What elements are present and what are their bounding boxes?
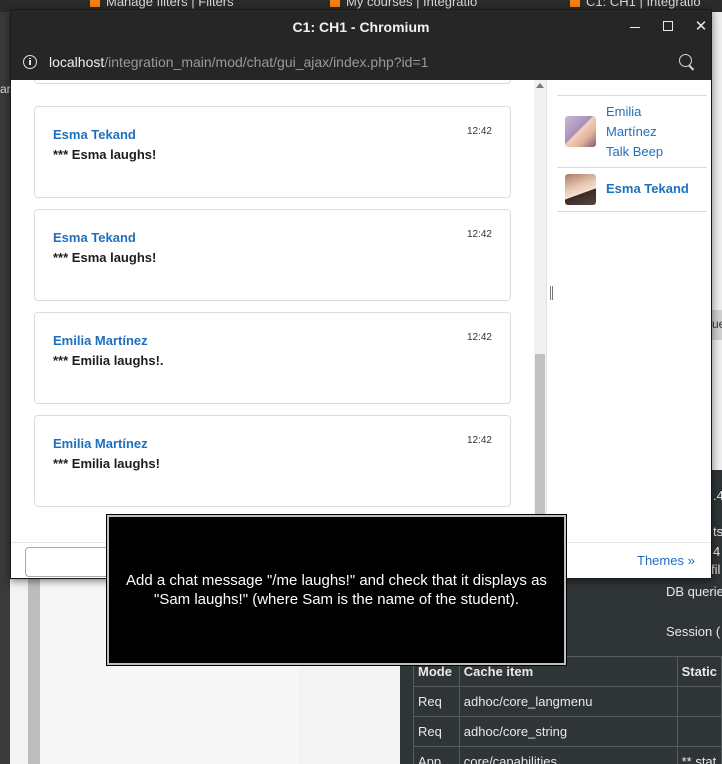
perfinfo-fragment: fil <box>711 562 721 577</box>
chat-message: Esma Tekand 12:42 *** Esma laughs! <box>34 209 511 301</box>
perfinfo-session: Session ( <box>666 624 721 639</box>
scrollbar-thumb[interactable] <box>535 354 545 516</box>
moodle-favicon-icon <box>570 0 580 7</box>
perfinfo-fragment: ts <box>713 524 722 539</box>
window-title: C1: CH1 - Chromium <box>292 19 430 35</box>
host-page-chip: ue <box>712 310 722 340</box>
panel-resize-handle[interactable] <box>550 286 553 300</box>
host-window-edge: ar <box>0 12 11 764</box>
close-button[interactable]: ✕ <box>689 16 711 38</box>
scroll-up-icon[interactable] <box>536 83 544 88</box>
message-author[interactable]: Emilia Martínez <box>53 436 148 451</box>
chat-messages-panel[interactable]: Esma Tekand 12:42 *** Esma laughs! Esma … <box>11 80 546 542</box>
message-text: *** Emilia laughs!. <box>53 353 164 368</box>
host-tab-label: Manage filters | Filters <box>106 0 234 9</box>
talk-beep-link[interactable]: Talk Beep <box>606 142 663 162</box>
perfinfo-cache-table: Mode Cache item Static Req adhoc/core_la… <box>413 656 722 764</box>
cell-mode: App <box>413 746 460 764</box>
test-instruction-overlay: Add a chat message "/me laughs!" and che… <box>107 515 566 665</box>
cell-mode: Req <box>413 686 460 717</box>
user-list-item[interactable]: Emilia Martínez Talk Beep <box>557 96 707 168</box>
user-list-item[interactable]: Esma Tekand <box>557 168 707 212</box>
moodle-favicon-icon <box>90 0 100 7</box>
table-row: Req adhoc/core_langmenu <box>413 686 722 717</box>
user-avatar-icon[interactable] <box>565 174 596 205</box>
maximize-button[interactable] <box>656 16 680 38</box>
perfinfo-db-queries: DB querie <box>666 584 722 599</box>
close-icon: ✕ <box>694 18 708 35</box>
message-time: 12:42 <box>466 229 492 240</box>
cell-static <box>676 686 722 717</box>
table-row: Req adhoc/core_string <box>413 716 722 747</box>
perfinfo-fragment: .4 <box>713 488 722 503</box>
themes-link[interactable]: Themes » <box>637 553 695 568</box>
host-page-fragment: ar <box>0 82 11 96</box>
site-info-icon[interactable] <box>23 55 37 69</box>
url-path: /integration_main/mod/chat/gui_ajax/inde… <box>104 54 429 70</box>
chat-message: Esma Tekand 12:42 *** Esma laughs! <box>34 106 511 198</box>
column-header-static: Static <box>676 656 722 687</box>
chat-message-partial <box>34 80 511 84</box>
user-avatar-icon[interactable] <box>565 116 596 147</box>
host-page-fragment: ue <box>712 317 722 331</box>
message-text: *** Esma laughs! <box>53 147 157 162</box>
message-text: *** Emilia laughs! <box>53 456 160 471</box>
message-time: 12:42 <box>466 435 492 446</box>
moodle-favicon-icon <box>330 0 340 7</box>
message-time: 12:42 <box>466 332 492 343</box>
minimize-icon <box>630 26 640 28</box>
host-page-right-edge <box>712 12 722 482</box>
perfinfo-fragment: 4 <box>713 544 721 559</box>
url-host: localhost <box>49 54 105 70</box>
host-tab-label: C1: CH1 | Integratio <box>586 0 701 9</box>
url-text[interactable]: localhost/integration_main/mod/chat/gui_… <box>49 54 428 70</box>
host-tab-label: My courses | Integratio <box>346 0 478 9</box>
host-page-bar <box>28 578 40 764</box>
table-row: App core/capabilities ** stat <box>413 746 722 764</box>
cell-static <box>676 716 722 747</box>
message-author[interactable]: Esma Tekand <box>53 230 136 245</box>
user-name-line: Martínez <box>606 124 657 139</box>
window-titlebar[interactable]: C1: CH1 - Chromium ✕ <box>11 10 711 44</box>
user-name[interactable]: Emilia Martínez <box>606 102 657 142</box>
cell-cache-item: adhoc/core_string <box>458 716 678 747</box>
instruction-text: Add a chat message "/me laughs!" and che… <box>126 572 547 608</box>
chat-message: Emilia Martínez 12:42 *** Emilia laughs!… <box>34 312 511 404</box>
cell-cache-item: core/capabilities <box>458 746 678 764</box>
user-name[interactable]: Esma Tekand <box>606 179 689 199</box>
message-time: 12:42 <box>466 126 492 137</box>
zoom-icon[interactable] <box>679 54 692 67</box>
cell-cache-item: adhoc/core_langmenu <box>458 686 678 717</box>
user-name-line: Emilia <box>606 104 642 119</box>
message-author[interactable]: Esma Tekand <box>53 127 136 142</box>
chat-popup-window: C1: CH1 - Chromium ✕ localhost/integrati… <box>10 9 712 579</box>
chat-page: Esma Tekand 12:42 *** Esma laughs! Esma … <box>11 80 711 578</box>
address-bar[interactable]: localhost/integration_main/mod/chat/gui_… <box>11 44 711 80</box>
chat-users-panel: Emilia Martínez Talk Beep Esma Tekand <box>546 80 711 542</box>
message-text: *** Esma laughs! <box>53 250 157 265</box>
chat-message: Emilia Martínez 12:42 *** Emilia laughs! <box>34 415 511 507</box>
messages-scrollbar[interactable] <box>534 80 546 516</box>
message-author[interactable]: Emilia Martínez <box>53 333 148 348</box>
maximize-icon <box>663 21 673 31</box>
minimize-button[interactable] <box>623 16 647 38</box>
cell-mode: Req <box>413 716 460 747</box>
cell-static: ** stat <box>676 746 722 764</box>
